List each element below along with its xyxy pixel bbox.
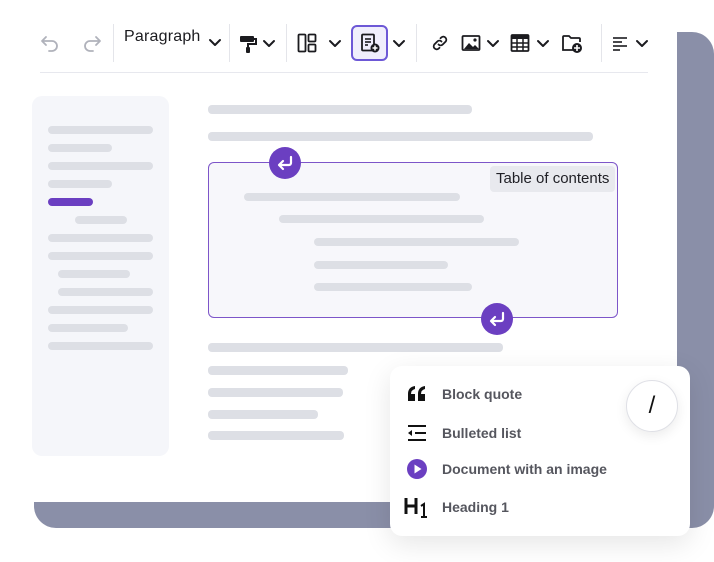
- enter-arrow-icon: [277, 155, 293, 171]
- outline-item[interactable]: [48, 306, 153, 314]
- chevron-down-icon: [487, 40, 499, 47]
- redo-icon: [84, 36, 101, 52]
- undo-button[interactable]: [38, 30, 62, 54]
- outline-item-active[interactable]: [48, 198, 93, 206]
- align-left-icon: [613, 37, 627, 51]
- text-line: [208, 431, 344, 440]
- text-line: [208, 132, 593, 141]
- folder-add-icon[interactable]: [561, 32, 583, 54]
- toc-entry[interactable]: [314, 238, 519, 246]
- heading-1-icon: [404, 494, 430, 520]
- text-line: [208, 343, 503, 352]
- toc-entry[interactable]: [314, 283, 472, 291]
- outline-item[interactable]: [58, 270, 130, 278]
- link-icon[interactable]: [430, 33, 450, 53]
- toolbar-divider: [229, 24, 230, 62]
- outline-item[interactable]: [48, 234, 153, 242]
- menu-item-label: Block quote: [442, 386, 523, 402]
- toolbar-divider: [113, 24, 114, 62]
- document-add-icon: [361, 33, 380, 53]
- chevron-down-icon: [209, 39, 221, 46]
- text-line: [208, 410, 318, 419]
- paragraph-label: Paragraph: [124, 28, 201, 45]
- outline-item[interactable]: [48, 324, 128, 332]
- undo-icon: [41, 36, 58, 52]
- outline-item[interactable]: [58, 288, 153, 296]
- outline-item[interactable]: [48, 144, 112, 152]
- menu-item-document-with-image[interactable]: Document with an image: [404, 456, 607, 482]
- bulleted-list-icon: [404, 420, 430, 446]
- block-quote-icon: [404, 381, 430, 407]
- paint-roller-icon: [240, 36, 257, 53]
- insert-paragraph-after-button[interactable]: [481, 303, 513, 335]
- play-circle-icon: [404, 456, 430, 482]
- outline-item[interactable]: [48, 180, 112, 188]
- toolbar-divider: [286, 24, 287, 62]
- toolbar-divider: [416, 24, 417, 62]
- text-line: [208, 105, 472, 114]
- table-of-contents-label: Table of contents: [490, 166, 616, 192]
- text-line: [208, 388, 343, 397]
- menu-item-label: Bulleted list: [442, 425, 522, 441]
- text-line: [208, 366, 348, 375]
- outline-item[interactable]: [48, 126, 153, 134]
- chevron-down-icon: [537, 40, 549, 47]
- enter-arrow-icon: [489, 311, 505, 327]
- outline-item[interactable]: [48, 342, 153, 350]
- chevron-down-icon[interactable]: [392, 39, 406, 49]
- toc-entry[interactable]: [279, 215, 484, 223]
- layout-grid-icon: [297, 33, 317, 53]
- outline-item[interactable]: [48, 162, 153, 170]
- menu-item-label: Document with an image: [442, 461, 607, 477]
- chevron-down-icon: [263, 40, 275, 47]
- chevron-down-icon: [636, 40, 648, 47]
- slash-command-button[interactable]: /: [626, 380, 678, 432]
- image-icon: [461, 35, 481, 51]
- menu-item-block-quote[interactable]: Block quote: [404, 381, 522, 407]
- insert-paragraph-before-button[interactable]: [269, 147, 301, 179]
- chevron-down-icon: [329, 40, 341, 47]
- toc-entry[interactable]: [314, 261, 448, 269]
- toc-entry[interactable]: [244, 193, 460, 201]
- redo-button[interactable]: [80, 30, 104, 54]
- outline-item[interactable]: [48, 252, 153, 260]
- table-icon: [510, 34, 530, 52]
- toolbar-divider-line: [40, 72, 648, 73]
- toolbar-divider: [601, 24, 602, 62]
- menu-item-bulleted-list[interactable]: Bulleted list: [404, 420, 521, 446]
- outline-item[interactable]: [75, 216, 127, 224]
- menu-item-label: Heading 1: [442, 499, 509, 515]
- menu-item-heading-1[interactable]: Heading 1: [404, 494, 509, 520]
